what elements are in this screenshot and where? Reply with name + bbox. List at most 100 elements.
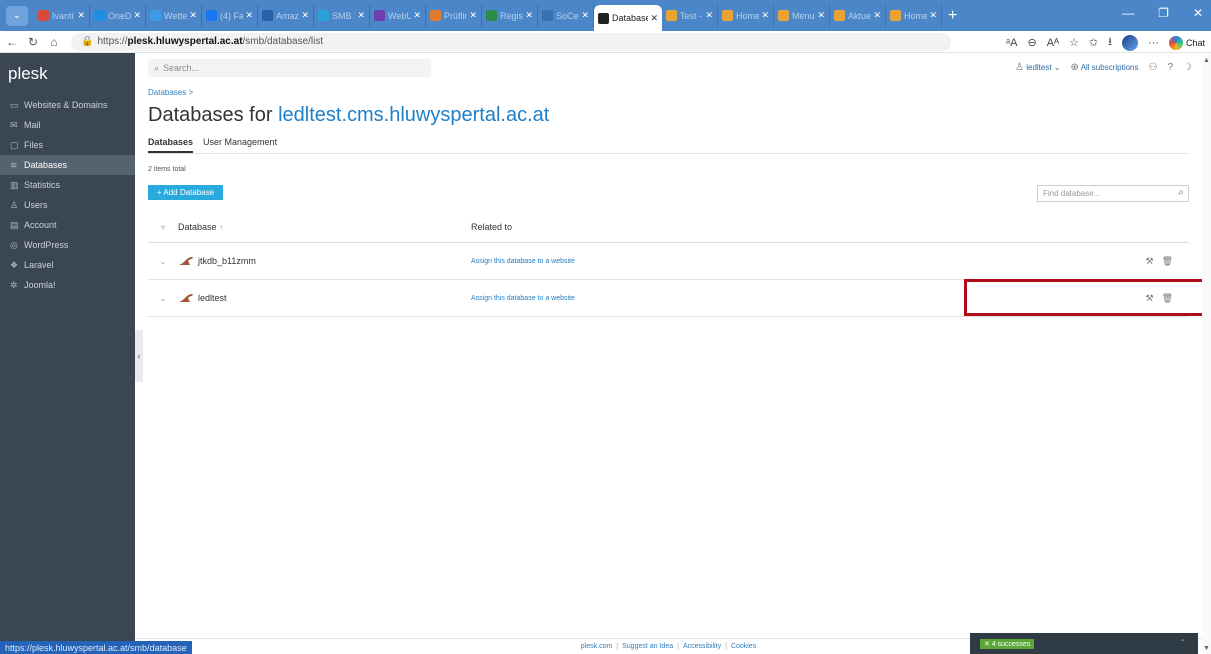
- browser-tab[interactable]: SMB Set✕: [314, 4, 370, 27]
- new-tab-button[interactable]: +: [948, 7, 957, 25]
- browser-tab[interactable]: Home ✕: [886, 4, 942, 27]
- breadcrumb[interactable]: Databases >: [148, 88, 193, 97]
- browser-tab[interactable]: Wetter✕: [146, 4, 202, 27]
- tab-close-icon[interactable]: ✕: [469, 10, 477, 21]
- tab-close-icon[interactable]: ✕: [929, 10, 937, 21]
- sidebar-collapse-handle[interactable]: ‹: [135, 330, 143, 382]
- sidebar-item-files[interactable]: ▢ Files: [0, 135, 135, 155]
- close-window-icon[interactable]: ✕: [1193, 6, 1203, 20]
- browser-tab[interactable]: Aktuell✕: [830, 4, 886, 27]
- sidebar-item-laravel[interactable]: ❖ Laravel: [0, 255, 135, 275]
- global-search-input[interactable]: ⌕ Search...: [148, 59, 431, 77]
- download-icon[interactable]: ⭳: [1108, 33, 1112, 52]
- url-field[interactable]: 🔒 https://plesk.hluwyspertal.ac.at/smb/d…: [71, 32, 951, 51]
- assign-website-link[interactable]: Assign this database to a website: [471, 258, 575, 265]
- sidebar-item-databases[interactable]: ≋ Databases: [0, 155, 135, 175]
- tab-close-icon[interactable]: ✕: [873, 10, 881, 21]
- tab-databases[interactable]: Databases: [148, 137, 194, 153]
- browser-tab[interactable]: Prüfling✕: [426, 4, 482, 27]
- browser-tab[interactable]: WebUntis✕: [370, 4, 426, 27]
- browser-tab[interactable]: SoCentral✕: [538, 4, 594, 27]
- sidebar-item-wordpress[interactable]: ◎ WordPress: [0, 235, 135, 255]
- expand-row-icon[interactable]: ⌄: [148, 257, 178, 266]
- browser-tab[interactable]: Menu ✕: [774, 4, 830, 27]
- find-placeholder: Find database...: [1043, 189, 1101, 198]
- db-tools-icon[interactable]: ⚒: [1145, 256, 1153, 267]
- tab-close-icon[interactable]: ✕: [189, 10, 197, 21]
- tab-label: Prüfling: [444, 10, 467, 21]
- footer-link-cookies[interactable]: Cookies: [731, 643, 756, 650]
- delete-icon[interactable]: 🗑: [1162, 256, 1173, 267]
- browser-tab[interactable]: Register✕: [482, 4, 538, 27]
- column-database[interactable]: Database ↑: [178, 222, 471, 232]
- tab-close-icon[interactable]: ✕: [357, 10, 365, 21]
- zoom-icon[interactable]: ⊖: [1027, 36, 1036, 49]
- browser-tab[interactable]: (4) Facebook✕: [202, 4, 258, 27]
- back-icon[interactable]: ←: [3, 35, 21, 49]
- browser-tab[interactable]: Database ✕: [594, 5, 662, 31]
- expand-row-icon[interactable]: ⌄: [148, 294, 178, 303]
- scroll-down-icon[interactable]: ▼: [1203, 645, 1210, 652]
- read-aloud-icon[interactable]: Aᴬ: [1047, 37, 1059, 49]
- scroll-up-icon[interactable]: ▲: [1203, 57, 1210, 64]
- restore-icon[interactable]: ❐: [1158, 6, 1169, 20]
- tab-close-icon[interactable]: ✕: [761, 10, 769, 21]
- translate-icon[interactable]: ᵃA: [1006, 37, 1017, 49]
- tab-close-icon[interactable]: ✕: [133, 10, 141, 21]
- footer-link-suggest[interactable]: Suggest an Idea: [622, 643, 673, 650]
- more-icon[interactable]: ···: [1148, 37, 1159, 49]
- sidebar-item-mail[interactable]: ✉ Mail: [0, 115, 135, 135]
- tab-close-icon[interactable]: ✕: [581, 10, 589, 21]
- tab-label: SMB Set: [332, 10, 355, 21]
- page-scrollbar[interactable]: ▲ ▼: [1202, 53, 1211, 654]
- tab-close-icon[interactable]: ✕: [650, 13, 658, 24]
- tab-close-icon[interactable]: ✕: [817, 10, 825, 21]
- breadcrumb-databases[interactable]: Databases: [148, 88, 186, 97]
- browser-tab[interactable]: Test - Ad✕: [662, 4, 718, 27]
- filter-icon[interactable]: ▿: [148, 223, 178, 232]
- tab-actions-button[interactable]: ⌄: [6, 5, 28, 26]
- tab-close-icon[interactable]: ✕: [301, 10, 309, 21]
- user-menu[interactable]: ♙ ledltest ⌄: [1015, 62, 1061, 73]
- refresh-icon[interactable]: ↻: [24, 35, 42, 49]
- favorites-icon[interactable]: ✩: [1089, 36, 1098, 49]
- favorite-star-icon[interactable]: ☆: [1069, 36, 1079, 49]
- footer-link-plesk[interactable]: plesk.com: [581, 643, 613, 650]
- minimize-icon[interactable]: —: [1122, 6, 1134, 20]
- footer-link-accessibility[interactable]: Accessibility: [683, 643, 721, 650]
- browser-tab[interactable]: Amazon✕: [258, 4, 314, 27]
- find-search-icon[interactable]: ⌕: [1178, 187, 1184, 198]
- theme-icon[interactable]: ☽: [1183, 62, 1192, 73]
- database-name[interactable]: jtkdb_b11zmm: [198, 256, 256, 266]
- tab-label: Aktuell: [848, 10, 872, 21]
- browser-tab[interactable]: OneDrive✕: [90, 4, 146, 27]
- tab-close-icon[interactable]: ✕: [525, 10, 533, 21]
- sidebar-item-websites-domains[interactable]: ▭ Websites & Domains: [0, 95, 135, 115]
- sidebar-item-statistics[interactable]: ▥ Statistics: [0, 175, 135, 195]
- sidebar-item-users[interactable]: ♙ Users: [0, 195, 135, 215]
- profile-avatar[interactable]: [1121, 34, 1138, 51]
- subscriptions-menu[interactable]: ⊕ All subscriptions: [1071, 62, 1139, 73]
- notification-toast[interactable]: ✕ 4 successes ⌃: [970, 633, 1198, 654]
- database-cell: jtkdb_b11zmm: [178, 256, 471, 266]
- feedback-icon[interactable]: ⚇: [1149, 62, 1158, 73]
- chevron-up-icon[interactable]: ⌃: [1179, 638, 1186, 647]
- help-icon[interactable]: ?: [1167, 62, 1173, 73]
- find-database-input[interactable]: Find database... ⌕: [1037, 185, 1189, 202]
- page-title-domain[interactable]: ledltest.cms.hluwyspertal.ac.at: [278, 104, 549, 126]
- tab-close-icon[interactable]: ✕: [245, 10, 253, 21]
- sidebar-item-joomla[interactable]: ✲ Joomla!: [0, 275, 135, 295]
- copilot-chat-button[interactable]: Chat: [1168, 35, 1205, 50]
- home-icon[interactable]: ⌂: [45, 35, 63, 49]
- sidebar-item-account[interactable]: ▤ Account: [0, 215, 135, 235]
- tab-close-icon[interactable]: ✕: [705, 10, 713, 21]
- tab-close-icon[interactable]: ✕: [77, 10, 85, 21]
- tab-close-icon[interactable]: ✕: [413, 10, 421, 21]
- browser-tab[interactable]: Ivanti CS✕: [34, 4, 90, 27]
- tab-user-management[interactable]: User Management: [203, 137, 277, 153]
- plesk-logo[interactable]: plesk: [0, 53, 135, 95]
- add-database-button[interactable]: + Add Database: [148, 185, 223, 200]
- database-name[interactable]: ledltest: [198, 293, 227, 303]
- assign-website-link[interactable]: Assign this database to a website: [471, 295, 575, 302]
- browser-tab[interactable]: Home ✕: [718, 4, 774, 27]
